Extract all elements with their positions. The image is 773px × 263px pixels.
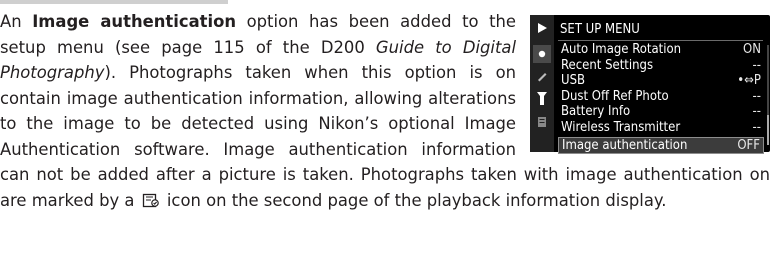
- shooting-icon: [533, 45, 551, 63]
- body-paragraph: SET UP MENU Auto Image Rotation ON Recent…: [0, 9, 770, 213]
- menu-item-wireless-transmitter[interactable]: Wireless Transmitter --: [558, 120, 764, 136]
- menu-item-value: --: [752, 57, 761, 73]
- menu-item-value: --: [752, 104, 761, 120]
- menu-item-value: ON: [743, 42, 761, 57]
- menu-scrollbar: [767, 45, 769, 145]
- my-menu-icon: [533, 113, 551, 131]
- menu-tab-column: [530, 15, 554, 152]
- scroll-thumb: [767, 115, 769, 145]
- section-header-bar: [0, 0, 228, 4]
- menu-item-value: OFF: [737, 137, 760, 153]
- para-text-4: icon on the second page of the playback …: [166, 190, 667, 210]
- menu-item-label: Dust Off Ref Photo: [561, 88, 669, 104]
- custom-settings-icon: [533, 67, 551, 85]
- menu-title: SET UP MENU: [560, 22, 640, 37]
- menu-item-value: --: [752, 88, 761, 104]
- menu-item-battery-info[interactable]: Battery Info --: [558, 104, 764, 120]
- authentication-icon: [142, 193, 159, 207]
- para-text-1: An: [0, 12, 33, 31]
- menu-item-value: •⇔P: [737, 73, 761, 89]
- menu-list: Auto Image Rotation ON Recent Settings -- …: [558, 42, 764, 155]
- menu-item-auto-image-rotation[interactable]: Auto Image Rotation ON: [558, 42, 764, 58]
- menu-item-label: Battery Info: [561, 104, 631, 120]
- menu-item-recent-settings[interactable]: Recent Settings --: [558, 58, 764, 74]
- playback-icon: [533, 19, 551, 37]
- para-bold-term: Image authentication: [32, 12, 237, 31]
- setup-menu-screenshot: SET UP MENU Auto Image Rotation ON Recent…: [530, 15, 770, 155]
- setup-wrench-icon: [533, 89, 551, 107]
- menu-item-label: Auto Image Rotation: [561, 42, 682, 57]
- menu-item-label: USB: [561, 73, 586, 89]
- menu-item-dust-off-ref-photo[interactable]: Dust Off Ref Photo --: [558, 89, 764, 105]
- menu-item-usb[interactable]: USB •⇔P: [558, 73, 764, 89]
- menu-item-value: --: [752, 119, 761, 135]
- camera-menu: SET UP MENU Auto Image Rotation ON Recent…: [530, 15, 770, 155]
- menu-item-label: Recent Settings: [561, 57, 654, 73]
- menu-item-label: Image authentication: [562, 137, 688, 153]
- menu-item-image-authentication[interactable]: Image authentication OFF: [558, 136, 764, 155]
- menu-item-label: Wireless Transmitter: [561, 119, 681, 135]
- menu-divider: [558, 40, 763, 41]
